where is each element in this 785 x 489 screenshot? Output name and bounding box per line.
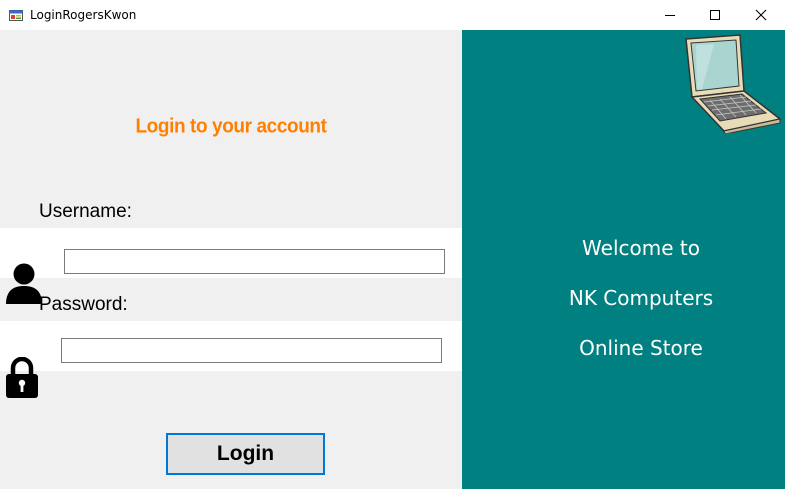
window-title: LoginRogersKwon	[30, 8, 137, 22]
lock-icon	[6, 357, 38, 398]
minimize-button[interactable]	[647, 0, 693, 30]
close-icon	[755, 9, 767, 21]
laptop-icon	[685, 34, 782, 133]
login-button[interactable]: Login	[166, 433, 325, 475]
welcome-line-1: Welcome to	[582, 236, 700, 260]
login-window: LoginRogersKwon Login to your account Us…	[0, 0, 785, 489]
password-input[interactable]	[61, 338, 442, 363]
welcome-line-3: Online Store	[579, 336, 703, 360]
login-heading: Login to your account	[135, 115, 327, 138]
maximize-icon	[710, 10, 720, 20]
welcome-line-2: NK Computers	[568, 286, 714, 310]
username-input[interactable]	[64, 249, 445, 274]
title-bar[interactable]: LoginRogersKwon	[0, 0, 785, 30]
password-label: Password:	[39, 294, 128, 315]
user-icon	[6, 263, 42, 304]
close-button[interactable]	[738, 0, 784, 30]
minimize-icon	[665, 15, 675, 16]
app-icon	[9, 10, 23, 21]
username-label: Username:	[39, 201, 132, 222]
maximize-button[interactable]	[692, 0, 738, 30]
